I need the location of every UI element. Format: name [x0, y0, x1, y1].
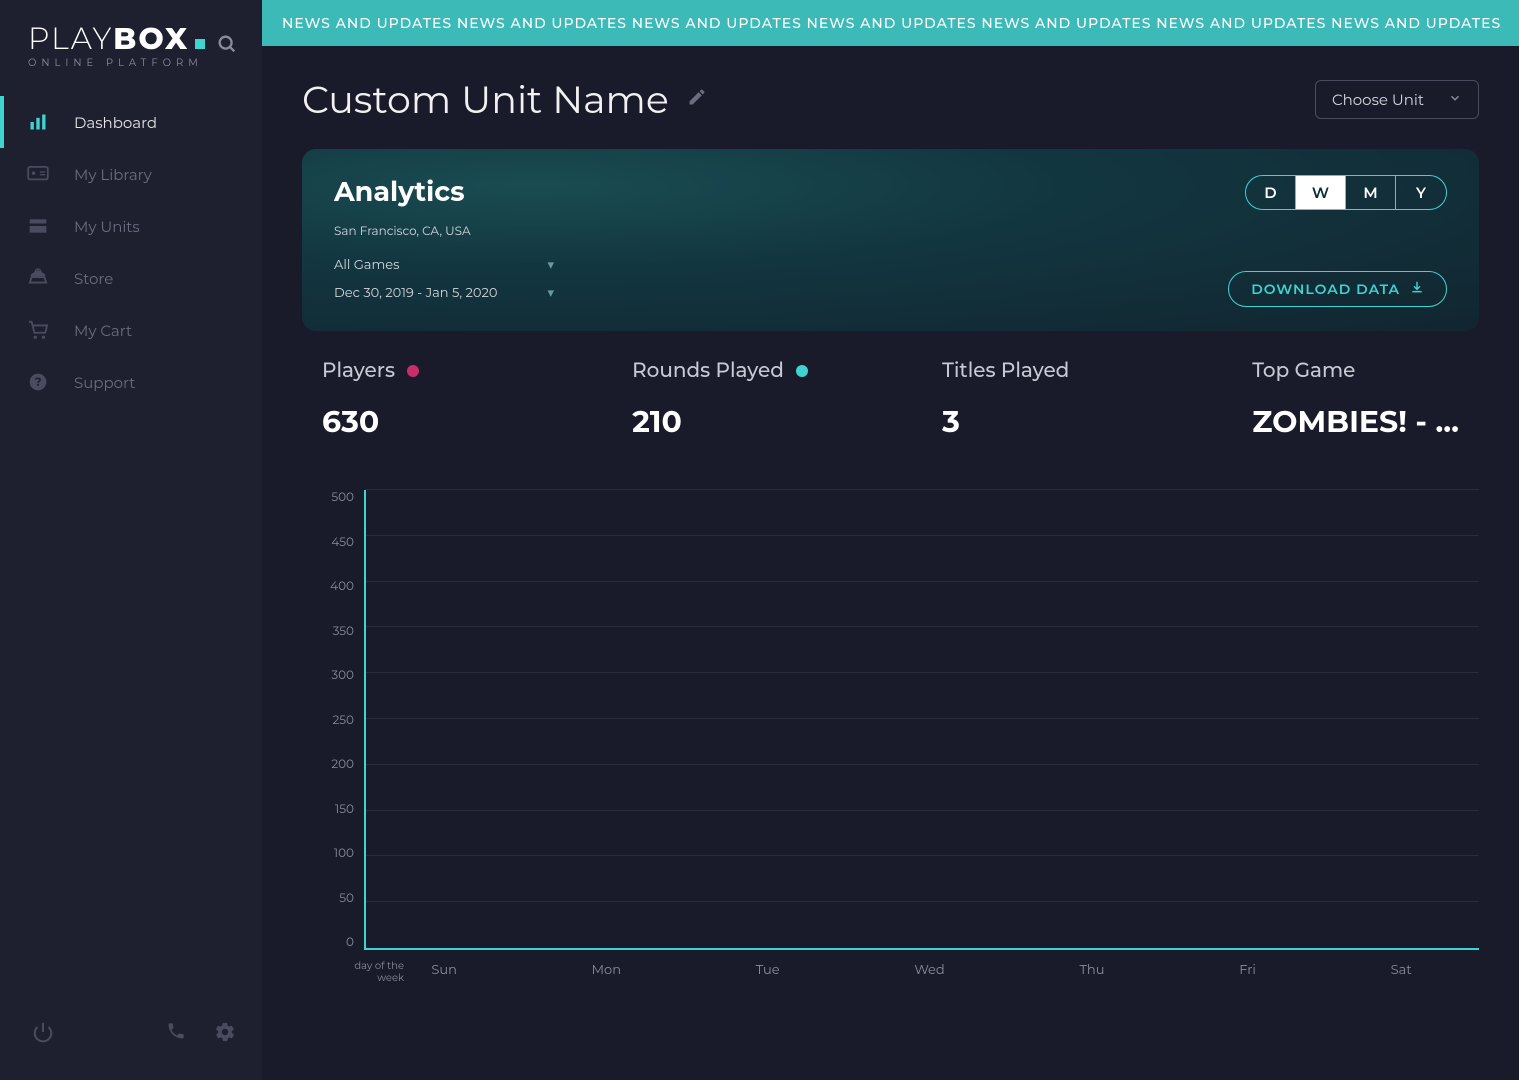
y-tick: 350: [333, 624, 354, 639]
logo-light: PLAY: [28, 20, 113, 57]
stat-rounds: Rounds Played 210: [632, 359, 832, 440]
date-range-label: Dec 30, 2019 - Jan 5, 2020: [334, 285, 497, 301]
x-tick: Fri: [1239, 962, 1256, 978]
games-filter-label: All Games: [334, 257, 399, 273]
page-title: Custom Unit Name: [302, 76, 669, 123]
sidebar-item-support[interactable]: ? Support: [0, 356, 262, 408]
x-tick: Thu: [1079, 962, 1104, 978]
logo[interactable]: PLAYBOX Online Platform: [28, 24, 205, 68]
dot-icon: [796, 365, 808, 377]
y-tick: 150: [335, 802, 354, 817]
sidebar-item-label: My Cart: [74, 321, 132, 340]
nav-list: Dashboard My Library My Units Store My Cart?…: [0, 96, 262, 408]
y-tick: 300: [331, 668, 354, 683]
stat-players: Players 630: [322, 359, 522, 440]
phone-icon[interactable]: [162, 1017, 190, 1052]
x-tick: Sun: [431, 962, 457, 978]
stat-value: 630: [322, 403, 522, 440]
y-tick: 500: [331, 490, 354, 505]
search-icon[interactable]: [216, 33, 238, 60]
chart-y-axis: 500450400350300250200150100500: [322, 490, 364, 950]
stat-top-game: Top Game ZOMBIES! - ...: [1252, 359, 1459, 440]
period-toggle: DWMY: [1245, 175, 1447, 210]
library-icon: [24, 163, 52, 185]
x-tick: Mon: [592, 962, 621, 978]
analytics-location: San Francisco, CA, USA: [334, 224, 554, 239]
download-icon: [1410, 280, 1424, 298]
download-label: DOWNLOAD DATA: [1251, 280, 1400, 298]
caret-down-icon: ▾: [547, 285, 554, 301]
stat-label: Players: [322, 359, 395, 383]
period-option-w[interactable]: W: [1296, 176, 1346, 209]
chart-x-axis: Sun Mon Tue Wed Thu Fri Sat: [322, 962, 1479, 978]
games-filter-dropdown[interactable]: All Games ▾: [334, 251, 554, 279]
stat-value: ZOMBIES! - ...: [1252, 403, 1459, 440]
y-tick: 400: [330, 579, 354, 594]
sidebar-item-label: My Units: [74, 217, 140, 236]
chevron-down-icon: [1448, 90, 1462, 109]
support-icon: ?: [24, 371, 52, 393]
stat-label: Rounds Played: [632, 359, 784, 383]
x-tick: Wed: [914, 962, 944, 978]
units-icon: [24, 215, 52, 237]
unit-select[interactable]: Choose Unit: [1315, 80, 1479, 119]
logo-bold: BOX: [113, 20, 189, 57]
sidebar-item-dashboard[interactable]: Dashboard: [0, 96, 262, 148]
sidebar-item-my-cart[interactable]: My Cart: [0, 304, 262, 356]
unit-select-label: Choose Unit: [1332, 90, 1424, 109]
stat-label: Top Game: [1252, 359, 1355, 383]
title-row: Custom Unit Name Choose Unit: [302, 76, 1479, 123]
bars-row: [366, 490, 1479, 948]
stat-value: 210: [632, 403, 832, 440]
y-tick: 250: [332, 713, 354, 728]
cart-icon: [24, 319, 52, 341]
main: NEWS AND UPDATES NEWS AND UPDATES NEWS A…: [262, 0, 1519, 1080]
store-icon: [24, 267, 52, 289]
date-range-dropdown[interactable]: Dec 30, 2019 - Jan 5, 2020 ▾: [334, 279, 554, 307]
chart-area: 500450400350300250200150100500 day of th…: [302, 490, 1479, 978]
period-option-y[interactable]: Y: [1396, 176, 1446, 209]
period-option-m[interactable]: M: [1346, 176, 1396, 209]
dashboard-icon: [24, 111, 52, 133]
x-tick: Sat: [1391, 962, 1412, 978]
content: Custom Unit Name Choose Unit Analytics S…: [262, 46, 1519, 1080]
logo-dot-icon: [195, 39, 205, 49]
sidebar-item-label: Support: [74, 373, 135, 392]
gear-icon[interactable]: [210, 1017, 240, 1052]
y-tick: 100: [334, 846, 354, 861]
sidebar-header: PLAYBOX Online Platform: [0, 0, 262, 86]
dot-icon: [407, 365, 419, 377]
caret-down-icon: ▾: [547, 257, 554, 273]
power-icon[interactable]: [28, 1017, 58, 1052]
chart-plot: day of the week: [364, 490, 1479, 950]
x-tick: Tue: [756, 962, 780, 978]
sidebar-item-label: Dashboard: [74, 113, 157, 132]
chart-x-label: day of the week: [344, 960, 404, 984]
y-tick: 200: [331, 757, 354, 772]
sidebar-item-label: My Library: [74, 165, 152, 184]
analytics-title: Analytics: [334, 175, 554, 208]
sidebar-item-store[interactable]: Store: [0, 252, 262, 304]
download-button[interactable]: DOWNLOAD DATA: [1228, 271, 1447, 307]
analytics-card: Analytics San Francisco, CA, USA All Gam…: [302, 149, 1479, 331]
sidebar-item-my-units[interactable]: My Units: [0, 200, 262, 252]
stats-row: Players 630 Rounds Played 210 Titles Pla…: [302, 331, 1479, 450]
logo-tagline: Online Platform: [28, 58, 205, 68]
news-bar: NEWS AND UPDATES NEWS AND UPDATES NEWS A…: [262, 0, 1519, 46]
sidebar-item-label: Store: [74, 269, 113, 288]
y-tick: 450: [331, 535, 354, 550]
period-option-d[interactable]: D: [1246, 176, 1296, 209]
stat-titles: Titles Played 3: [942, 359, 1142, 440]
svg-text:?: ?: [34, 375, 42, 389]
y-tick: 50: [339, 891, 354, 906]
pencil-icon[interactable]: [687, 87, 707, 112]
sidebar-footer: [0, 999, 262, 1080]
y-tick: 0: [346, 935, 354, 950]
stat-value: 3: [942, 403, 1142, 440]
sidebar-item-my-library[interactable]: My Library: [0, 148, 262, 200]
sidebar: PLAYBOX Online Platform Dashboard My Libr…: [0, 0, 262, 1080]
stat-label: Titles Played: [942, 359, 1069, 383]
